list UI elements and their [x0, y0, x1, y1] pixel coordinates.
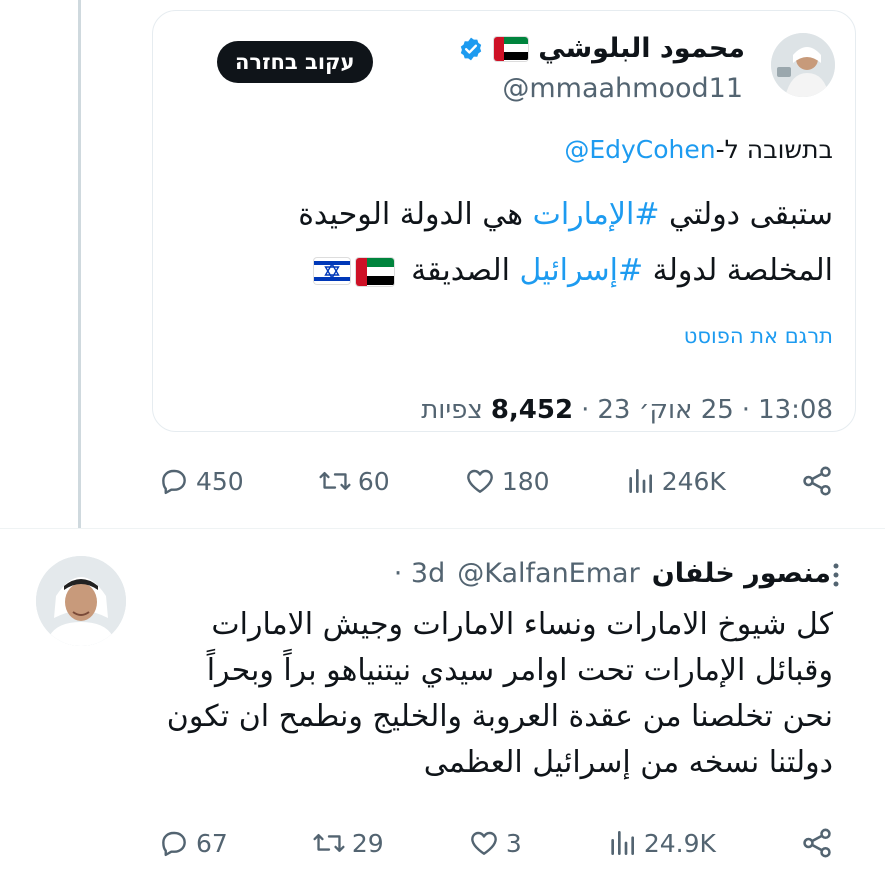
views-label: צפיות [421, 395, 483, 425]
repost-icon [319, 471, 351, 491]
reply-icon [162, 469, 186, 495]
heart-icon [467, 469, 493, 493]
tweet-line-1: كل شيوخ الامارات ونساء الامارات وجيش الا… [211, 607, 833, 642]
avatar[interactable] [36, 556, 126, 646]
hashtag-link[interactable]: #الإمارات [533, 197, 660, 232]
reply-button[interactable]: 450 [158, 465, 244, 497]
views-count: 246K [661, 466, 726, 496]
repost-icon [313, 833, 345, 853]
repost-count: 29 [351, 828, 384, 858]
reply-count: 450 [196, 466, 244, 496]
tweet-time[interactable]: 13:08 [758, 395, 833, 425]
reply-context: בתשובה ל-@EdyCohen [564, 135, 833, 164]
reply-icon [162, 831, 186, 857]
verified-badge-icon [461, 37, 482, 60]
reply-action-bar: 67 29 3 24.9K [158, 826, 834, 860]
views-chart-icon [611, 831, 634, 855]
views-count: 8,452 [490, 395, 574, 425]
views-count: 24.9K [643, 828, 716, 858]
author-name[interactable]: منصور خلفان [652, 558, 831, 589]
like-button[interactable]: 180 [464, 465, 550, 497]
quoted-tweet-card[interactable]: محمود البلوشي @mmaahmood11 עקוב בחזרה בת… [152, 10, 856, 432]
tweet-age[interactable]: · 3d [394, 558, 445, 589]
reply-tweet-text: كل شيوخ الامارات ونساء الامارات وجيش الا… [133, 602, 833, 786]
reply-prefix: בתשובה ל- [715, 135, 833, 164]
quoted-action-bar: 450 60 180 246K [158, 464, 834, 498]
author-name[interactable]: محمود البلوشي [538, 33, 745, 64]
avatar[interactable] [771, 33, 835, 97]
author-handle[interactable]: @KalfanEmar [457, 558, 639, 589]
heart-icon [470, 831, 497, 855]
reply-mention-link[interactable]: @EdyCohen [564, 135, 715, 164]
thread-connector-line [78, 0, 81, 528]
views-button[interactable]: 246K [624, 465, 726, 497]
flag-emojis [313, 257, 394, 286]
follow-back-button[interactable]: עקוב בחזרה [217, 41, 373, 83]
uae-flag-icon [355, 257, 394, 286]
reply-button[interactable]: 67 [158, 827, 228, 859]
tweet-line-3: نحن تخلصنا من عقدة العروبة والخليج ونطمح… [166, 699, 833, 734]
quoted-tweet-text: ستبقى دولتي #الإمارات هي الدولة الوحيدة … [193, 187, 833, 299]
more-options-icon[interactable] [826, 560, 846, 590]
share-icon [803, 466, 831, 496]
share-button[interactable] [800, 826, 834, 860]
tweet-meta: 13:08 · 25 אוק׳ 23 · 8,452 צפיות [421, 395, 833, 425]
tweet-line-4: دولتنا نسخه من إسرائيل العظمى [423, 745, 833, 780]
share-button[interactable] [800, 464, 834, 498]
share-icon [803, 828, 831, 858]
tweet-line-2: وقبائل الإمارات تحت اوامر سيدي نيتنياهو … [206, 653, 833, 688]
tweet-line-1: ستبقى دولتي #الإمارات هي الدولة الوحيدة [298, 197, 833, 232]
tweet-line-2: المخلصة لدولة #إسرائيل الصديقة [193, 243, 833, 299]
tweet-date[interactable]: 25 אוק׳ 23 [597, 395, 733, 425]
author-handle[interactable]: @mmaahmood11 [502, 73, 743, 104]
reply-author-row: منصور خلفان @KalfanEmar · 3d [394, 558, 831, 589]
repost-button[interactable]: 60 [318, 465, 390, 497]
translate-post-link[interactable]: תרגם את הפוסט [684, 324, 833, 348]
like-button[interactable]: 3 [468, 827, 522, 859]
author-name-row: محمود البلوشي [458, 33, 745, 64]
repost-button[interactable]: 29 [312, 827, 384, 859]
reply-count: 67 [196, 828, 228, 858]
repost-count: 60 [357, 466, 390, 496]
israel-flag-icon [313, 257, 350, 284]
views-chart-icon [629, 469, 652, 493]
divider [0, 528, 885, 529]
views-button[interactable]: 24.9K [606, 827, 716, 859]
like-count: 3 [505, 828, 522, 858]
hashtag-link[interactable]: #إسرائيل [519, 253, 643, 288]
like-count: 180 [501, 466, 550, 496]
uae-flag-icon [494, 36, 529, 61]
